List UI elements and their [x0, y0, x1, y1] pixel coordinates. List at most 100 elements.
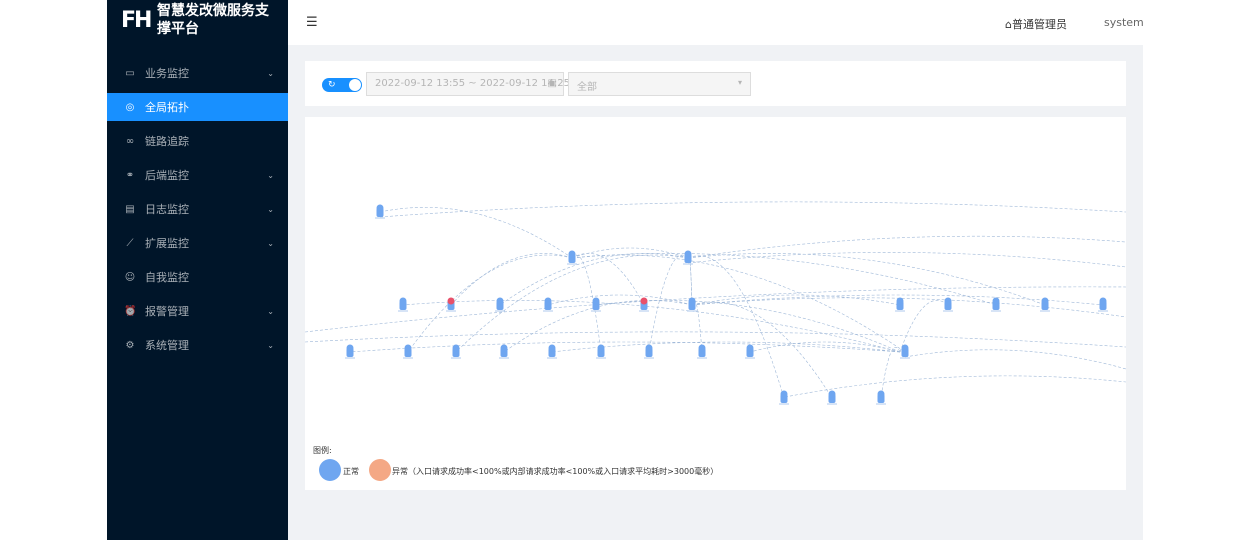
sidebar-item-label: 报警管理 [145, 305, 189, 318]
topology-edge [899, 300, 949, 353]
service-node[interactable] [403, 344, 413, 359]
topology-edge [687, 255, 785, 399]
topology-edge [648, 254, 689, 353]
sidebar-item[interactable]: ∞ 链路追踪 [107, 127, 288, 155]
topology-edge [687, 253, 1046, 306]
topology-edge [571, 253, 645, 306]
service-node[interactable] [827, 390, 837, 405]
topology-edge [687, 235, 1126, 259]
log-icon: ▤ [125, 203, 135, 215]
topology-edge [904, 349, 1126, 370]
service-node[interactable] [345, 344, 355, 359]
username[interactable]: system [1104, 16, 1144, 29]
service-node[interactable] [543, 297, 553, 312]
service-node[interactable] [687, 297, 697, 312]
filter-bar: ↻ 2022-09-12 13:55 ~ 2022-09-12 14:25 ▣ … [305, 61, 1126, 106]
topology-edge [349, 341, 901, 353]
topology-edge [499, 253, 689, 306]
sidebar-item-label: 日志监控 [145, 203, 189, 216]
topology-edge [571, 254, 906, 353]
service-node[interactable] [644, 344, 654, 359]
sidebar-item[interactable]: ▤ 日志监控 ⌄ [107, 195, 288, 223]
chevron-down-icon: ⌄ [267, 204, 274, 214]
sidebar-item-label: 系统管理 [145, 339, 189, 352]
sidebar-item[interactable]: ⚭ 后端监控 ⌄ [107, 161, 288, 189]
legend-abnormal-label: 异常（入口请求成功率<100%或内部请求成功率<100%或入口请求平均耗时>30… [392, 467, 719, 476]
header: ☰ ⌂普通管理员 system [288, 0, 1144, 45]
service-select-value: 全部 [577, 82, 597, 93]
user-icon: ⌂ [1005, 18, 1012, 31]
sidebar-item[interactable]: ▭ 业务监控 ⌄ [107, 59, 288, 87]
service-node[interactable] [591, 297, 601, 312]
service-node[interactable] [375, 204, 385, 219]
date-range-picker[interactable]: 2022-09-12 13:55 ~ 2022-09-12 14:25 ▣ [366, 72, 570, 96]
service-node[interactable] [779, 390, 789, 405]
chevron-down-icon: ▾ [737, 78, 742, 87]
user-role[interactable]: ⌂普通管理员 [1005, 16, 1067, 32]
sidebar-item[interactable]: ⟋ 扩展监控 ⌄ [107, 229, 288, 257]
chevron-down-icon: ⌄ [267, 340, 274, 350]
sidebar-item-label: 业务监控 [145, 67, 189, 80]
chain-icon: ⚭ [125, 169, 135, 181]
refresh-icon: ↻ [328, 80, 336, 90]
topology-edge [547, 294, 693, 306]
topology-edge [379, 207, 573, 259]
service-node[interactable] [745, 344, 755, 359]
globe-icon: ◎ [125, 101, 135, 113]
legend-abnormal-dot [369, 459, 391, 481]
service-node[interactable] [1098, 297, 1108, 312]
sidebar-item[interactable]: ⏰ 报警管理 ⌄ [107, 297, 288, 325]
topology-panel: 图例: 正常 异常（入口请求成功率<100%或内部请求成功率<100%或入口请求… [305, 117, 1126, 490]
service-node[interactable] [567, 250, 577, 265]
service-node[interactable] [495, 297, 505, 312]
service-node[interactable] [1040, 297, 1050, 312]
sidebar-item-label: 全局拓扑 [145, 101, 189, 114]
topology-edge [455, 254, 689, 353]
app-root: FH 智慧发改微服务支撑平台 ▭ 业务监控 ⌄ ◎ 全局拓扑 ∞ 链路追踪 ⚭ 后端监控 ⌄ ▤ 日志… [107, 0, 1144, 540]
monitor-icon: ▭ [125, 67, 135, 79]
date-range-value: 2022-09-12 13:55 ~ 2022-09-12 14:25 [375, 78, 570, 89]
service-node[interactable] [639, 297, 649, 312]
link-icon: ∞ [125, 135, 135, 147]
topology-edge [687, 252, 1126, 268]
service-node[interactable] [697, 344, 707, 359]
service-node[interactable] [683, 250, 693, 265]
menu-fold-icon[interactable]: ☰ [306, 15, 318, 30]
legend-normal-dot [319, 459, 341, 481]
service-node[interactable] [900, 344, 910, 359]
auto-refresh-toggle[interactable]: ↻ [322, 78, 362, 92]
alarm-icon: ⏰ [124, 305, 137, 317]
service-node[interactable] [398, 297, 408, 312]
sidebar-item-label: 自我监控 [145, 271, 189, 284]
service-node[interactable] [876, 390, 886, 405]
service-node[interactable] [499, 344, 509, 359]
calendar-icon: ▣ [547, 78, 557, 89]
service-node[interactable] [596, 344, 606, 359]
service-select[interactable]: 全部 ▾ [568, 72, 751, 96]
logo: FH 智慧发改微服务支撑平台 [107, 0, 288, 48]
service-node[interactable] [451, 344, 461, 359]
chevron-down-icon: ⌄ [267, 170, 274, 180]
topology-graph[interactable] [305, 117, 1126, 437]
service-node[interactable] [895, 297, 905, 312]
service-node[interactable] [446, 297, 456, 312]
topology-edge [571, 253, 997, 306]
topology-edge [379, 201, 1126, 218]
app-title: 智慧发改微服务支撑平台 [157, 3, 269, 37]
user-role-label: 普通管理员 [1011, 18, 1067, 31]
topology-edge [880, 347, 901, 399]
sidebar: FH 智慧发改微服务支撑平台 ▭ 业务监控 ⌄ ◎ 全局拓扑 ∞ 链路追踪 ⚭ 后端监控 ⌄ ▤ 日志… [107, 0, 288, 540]
gear-icon: ⚙ [125, 339, 135, 351]
sidebar-item[interactable]: ☺ 自我监控 [107, 263, 288, 291]
service-node[interactable] [991, 297, 1001, 312]
sidebar-item[interactable]: ⚙ 系统管理 ⌄ [107, 331, 288, 359]
legend-normal-label: 正常 [343, 467, 359, 476]
sidebar-item[interactable]: ◎ 全局拓扑 [107, 93, 288, 121]
sidebar-item-label: 扩展监控 [145, 237, 189, 250]
service-node[interactable] [547, 344, 557, 359]
topology-edge [691, 294, 901, 306]
smile-icon: ☺ [124, 271, 136, 283]
logo-mark: FH [121, 8, 152, 33]
chevron-down-icon: ⌄ [267, 306, 274, 316]
topology-edge [784, 375, 1126, 398]
